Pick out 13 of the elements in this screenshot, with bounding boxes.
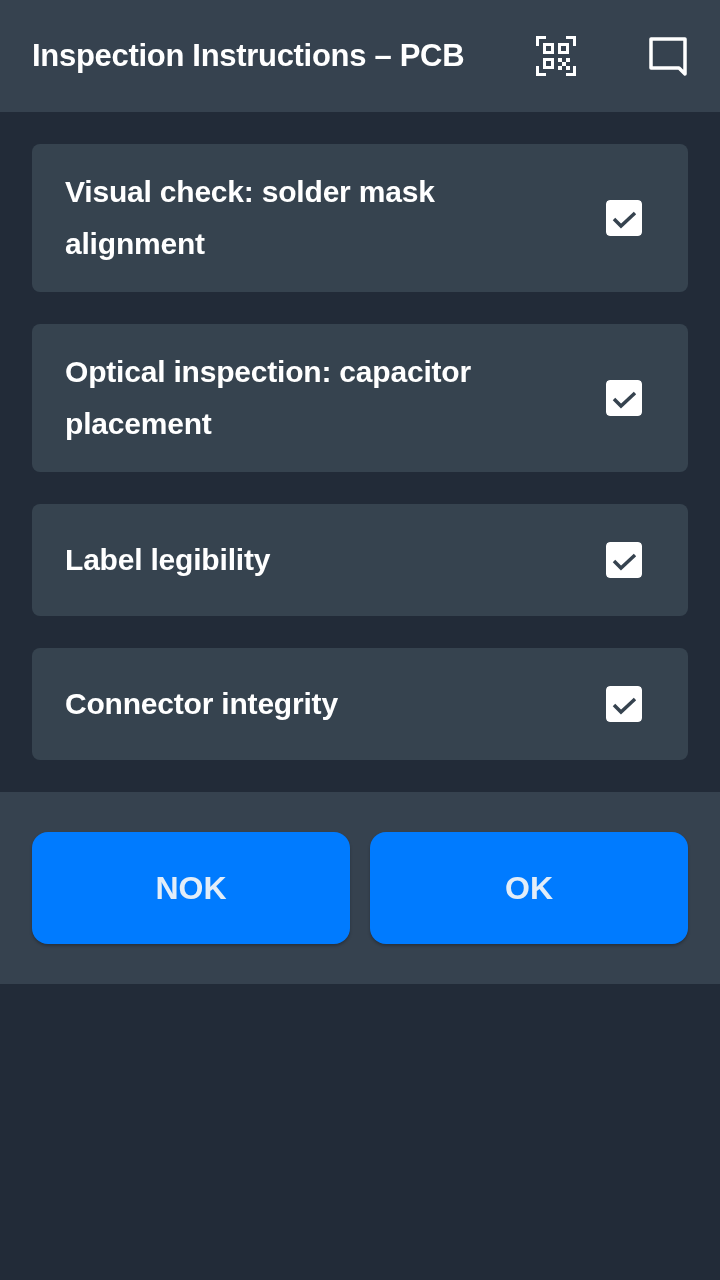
checkbox[interactable] — [606, 200, 642, 236]
checkbox[interactable] — [606, 542, 642, 578]
checkbox[interactable] — [606, 380, 642, 416]
qr-code-icon[interactable] — [536, 36, 576, 76]
screen-title: Inspection Instructions – PCB — [32, 38, 466, 74]
checklist-item-label: Visual check: solder mask alignment — [65, 174, 436, 262]
checkbox[interactable] — [606, 686, 642, 722]
checklist-item-label: Connector integrity — [65, 686, 339, 722]
action-button[interactable]: NOK — [32, 832, 350, 944]
action-button[interactable]: OK — [370, 832, 688, 944]
checklist-item-label: Label legibility — [65, 542, 272, 578]
checklist-item-label: Optical inspection: capacitor placement — [65, 354, 472, 442]
comment-icon[interactable] — [648, 36, 688, 76]
